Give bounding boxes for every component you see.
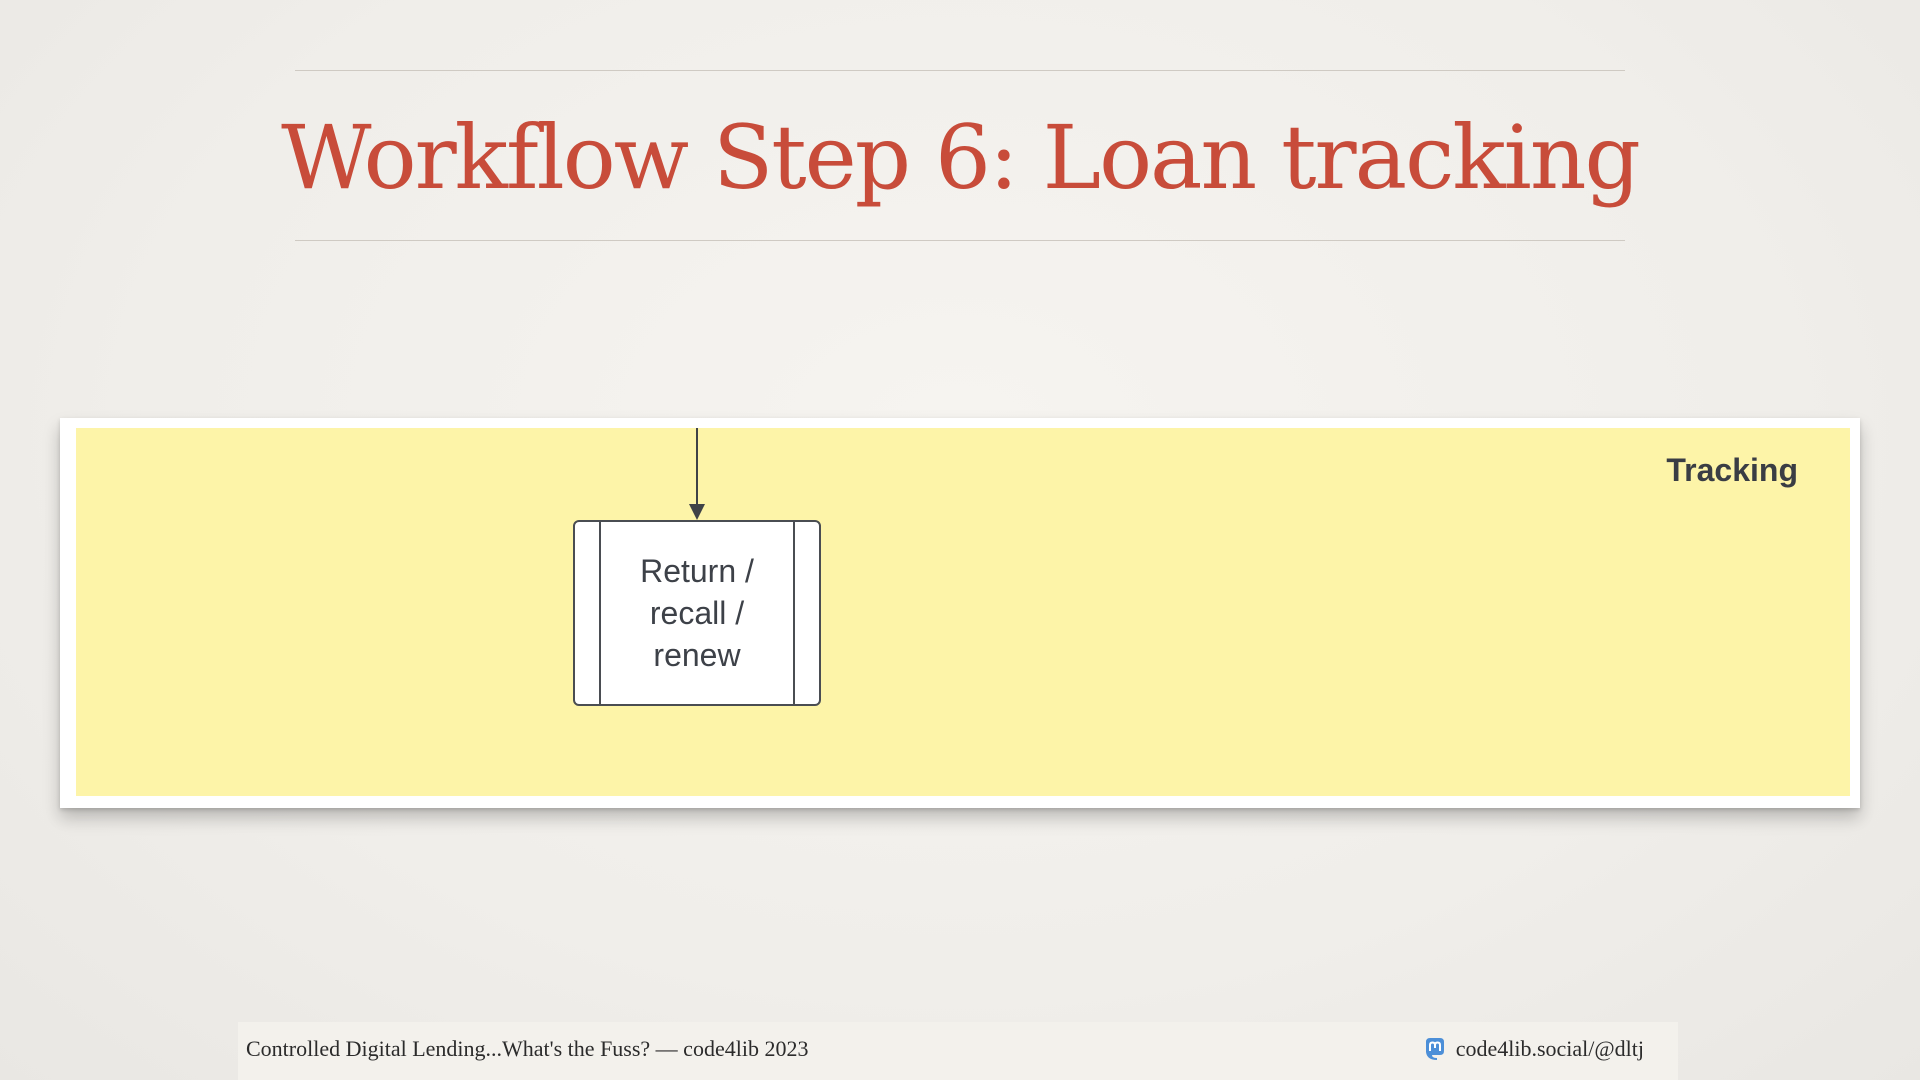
footer-social: code4lib.social/@dltj xyxy=(1422,1036,1644,1062)
connector-arrow xyxy=(689,428,705,520)
title-bottom-rule xyxy=(295,240,1625,241)
process-box-right-bar xyxy=(793,522,795,704)
lane-label: Tracking xyxy=(1666,452,1798,488)
footer-presentation-title: Controlled Digital Lending...What's the … xyxy=(246,1036,809,1061)
process-label: Return / recall / renew xyxy=(640,553,754,673)
swimlane-tracking: Tracking Return / recall / renew xyxy=(76,428,1850,796)
slide-title: Workflow Step 6: Loan tracking xyxy=(281,106,1641,209)
diagram-frame: Tracking Return / recall / renew xyxy=(60,418,1860,808)
mastodon-icon xyxy=(1425,1038,1444,1060)
process-box-return-recall-renew: Return / recall / renew xyxy=(573,520,821,706)
footer-social-handle: code4lib.social/@dltj xyxy=(1455,1036,1644,1061)
slide-footer: Controlled Digital Lending...What's the … xyxy=(238,1022,1678,1080)
title-top-rule xyxy=(295,70,1625,71)
